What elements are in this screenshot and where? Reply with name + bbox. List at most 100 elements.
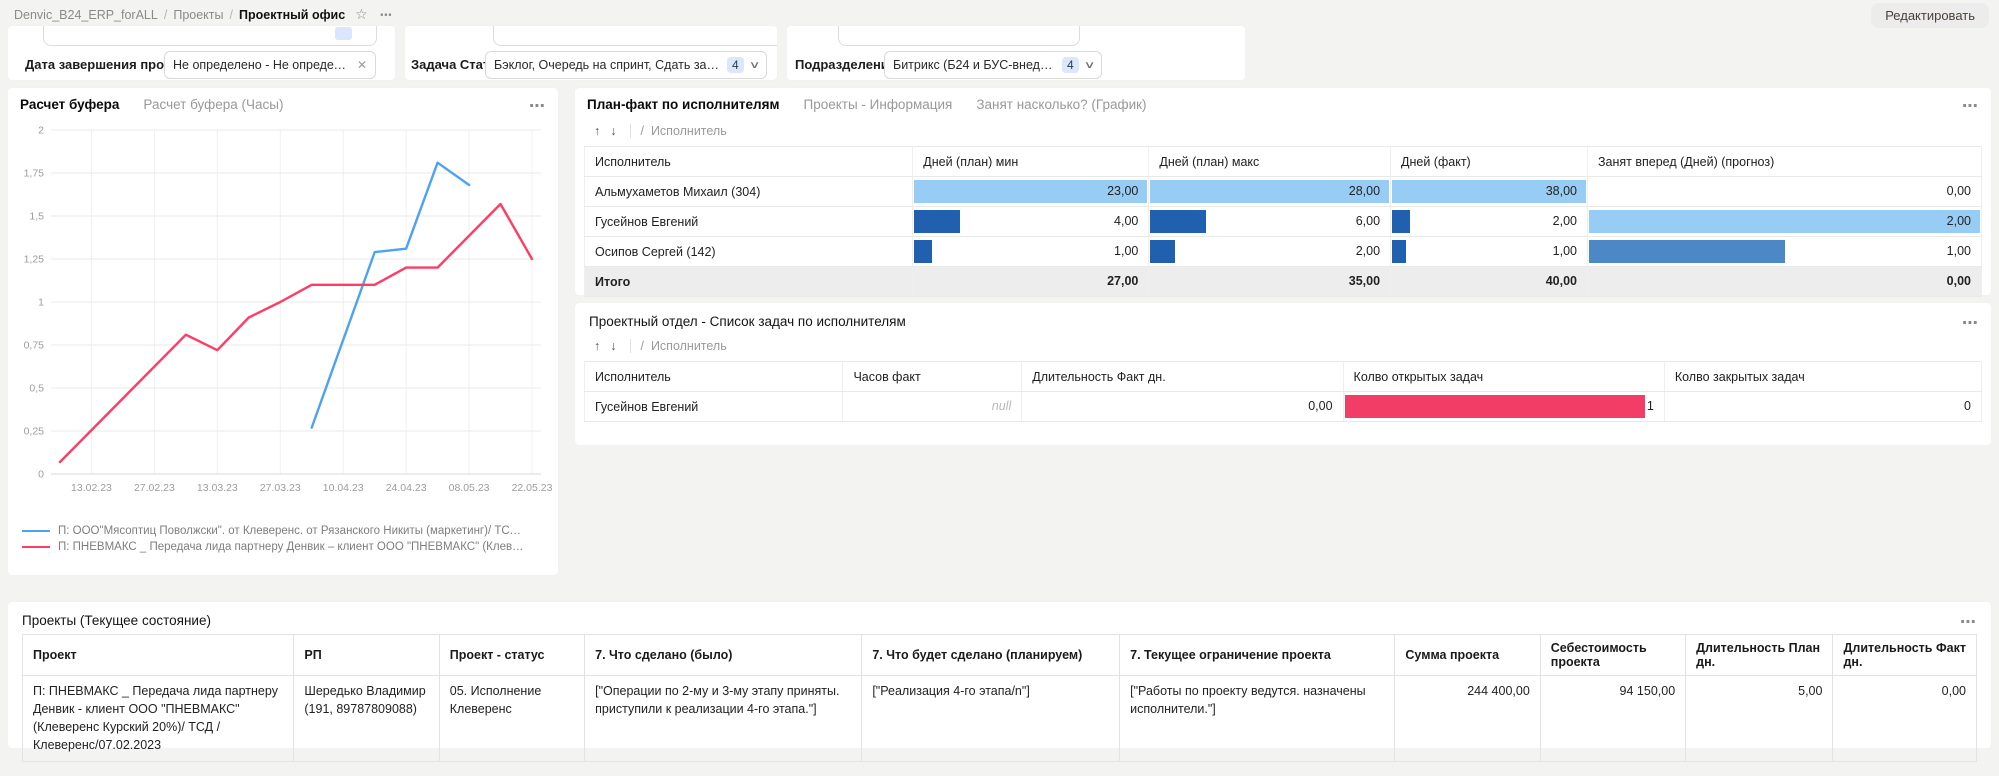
drill-path: / Исполнитель	[630, 124, 727, 138]
value-cell: 6,00	[1149, 207, 1391, 237]
column-header[interactable]: Занят вперед (Дней) (прогноз)	[1588, 147, 1982, 177]
value-cell: 38,00	[1391, 177, 1588, 207]
calendar-badge-icon	[335, 27, 352, 40]
sort-asc-button[interactable]: ↑	[589, 124, 605, 138]
edit-button[interactable]: Редактировать	[1871, 3, 1989, 28]
y-axis-tick-label: 2	[38, 125, 44, 137]
widget-title: Проектный отдел - Список задач по исполн…	[575, 303, 1991, 331]
project-cell: ["Реализация 4-го этапа/n"]	[862, 676, 1120, 762]
x-axis-tick-label: 27.02.23	[134, 482, 175, 494]
tab-plan-fact[interactable]: План-факт по исполнителям	[587, 97, 780, 112]
value-cell: 28,00	[1149, 177, 1391, 207]
column-header[interactable]: Колво открытых задач	[1343, 362, 1664, 392]
legend-item[interactable]: П: ПНЕВМАКС _ Передача лида партнеру Ден…	[22, 541, 548, 553]
value-cell: 0,00	[1022, 392, 1343, 422]
column-header[interactable]: Проект - статус	[439, 635, 584, 676]
value-cell: 0,00	[1588, 267, 1982, 297]
widget-menu-icon[interactable]: ⋯	[529, 96, 546, 116]
tab-projects-info[interactable]: Проекты - Информация	[804, 97, 953, 112]
tab-buffer-calc-hours[interactable]: Расчет буфера (Часы)	[143, 97, 283, 112]
column-header[interactable]: Исполнитель	[585, 147, 913, 177]
column-header[interactable]: 7. Что сделано (было)	[585, 635, 862, 676]
column-header[interactable]: 7. Что будет сделано (планируем)	[862, 635, 1120, 676]
x-axis-tick-label: 13.03.23	[197, 482, 238, 494]
project-cell: 5,00	[1686, 676, 1833, 762]
legend-item[interactable]: П: ООО"Мясоптиц Поволжски". от Клеверенс…	[22, 525, 548, 537]
column-header[interactable]: Проект	[23, 635, 294, 676]
sort-desc-button[interactable]: ↓	[605, 339, 621, 353]
chart-legend: П: ООО"Мясоптиц Поволжски". от Клеверенс…	[8, 521, 558, 553]
table-row: Осипов Сергей (142)1,002,001,001,00	[585, 237, 1982, 267]
tab-buffer-calc[interactable]: Расчет буфера	[20, 97, 119, 112]
column-header[interactable]: Исполнитель	[585, 362, 843, 392]
task-list-table: ИсполнительЧасов фактДлительность Факт д…	[575, 359, 1991, 422]
plan-fact-card: План-факт по исполнителям Проекты - Инфо…	[575, 88, 1991, 295]
x-axis-tick-label: 08.05.23	[449, 482, 490, 494]
column-header[interactable]: 7. Текущее ограничение проекта	[1120, 635, 1395, 676]
value-cell: 0,00	[1588, 177, 1982, 207]
cutoff-input[interactable]	[838, 26, 1080, 46]
y-axis-tick-label: 0,25	[24, 426, 45, 438]
x-axis-tick-label: 24.04.23	[386, 482, 427, 494]
x-axis-tick-label: 27.03.23	[260, 482, 301, 494]
selection-count-badge: 4	[1062, 57, 1079, 73]
filter-value: Не определено - Не определено	[173, 58, 349, 72]
column-header[interactable]: Сумма проекта	[1395, 635, 1540, 676]
widget-title: Проекты (Текущее состояние)	[8, 602, 1991, 630]
filter-card-department: Подразделение Битрикс (Б24 и БУС-внедр),…	[787, 26, 1245, 80]
project-cell: ["Работы по проекту ведутся. назначены и…	[1120, 676, 1395, 762]
breadcrumb-item-workbook[interactable]: Denvic_B24_ERP_forALL	[14, 8, 158, 22]
widget-menu-icon[interactable]: ⋯	[1962, 96, 1979, 116]
breadcrumb-separator: /	[164, 8, 167, 22]
column-header[interactable]: Дней (факт)	[1391, 147, 1588, 177]
value-cell: 2,00	[1588, 207, 1982, 237]
breadcrumb-more-icon[interactable]: ⋯	[380, 8, 394, 22]
legend-label: П: ПНЕВМАКС _ Передача лида партнеру Ден…	[58, 541, 528, 553]
buffer-chart: 00,250,50,7511,251,51,75213.02.2327.02.2…	[8, 116, 558, 521]
column-header[interactable]: Часов факт	[843, 362, 1022, 392]
column-header[interactable]: Длительность План дн.	[1686, 635, 1833, 676]
column-header[interactable]: Дней (план) макс	[1149, 147, 1391, 177]
y-axis-tick-label: 1	[38, 297, 44, 309]
series-swatch-icon	[22, 546, 50, 548]
date-filter-select[interactable]: Не определено - Не определено ✕	[164, 51, 376, 79]
column-header[interactable]: Дней (план) мин	[913, 147, 1149, 177]
clear-icon[interactable]: ✕	[357, 58, 367, 72]
sort-asc-button[interactable]: ↑	[589, 339, 605, 353]
filter-value: Битрикс (Б24 и БУС-внедр), П...	[893, 58, 1056, 72]
breadcrumb-separator: /	[230, 8, 233, 22]
column-header[interactable]: Длительность Факт дн.	[1022, 362, 1343, 392]
value-cell: 40,00	[1391, 267, 1588, 297]
series-line	[60, 204, 532, 462]
sort-desc-button[interactable]: ↓	[605, 124, 621, 138]
y-axis-tick-label: 1,25	[24, 254, 45, 266]
table-row: П: ПНЕВМАКС _ Передача лида партнеру Ден…	[23, 676, 1977, 762]
buffer-chart-card: Расчет буфера Расчет буфера (Часы) ⋯ 00,…	[8, 88, 558, 575]
x-axis-tick-label: 13.02.23	[71, 482, 112, 494]
widget-menu-icon[interactable]: ⋯	[1960, 612, 1977, 632]
column-header[interactable]: Себестоимость проекта	[1540, 635, 1685, 676]
value-cell: 4,00	[913, 207, 1149, 237]
projects-card: Проекты (Текущее состояние) ⋯ ПроектРППр…	[8, 602, 1991, 748]
column-header[interactable]: Длительность Факт дн.	[1833, 635, 1977, 676]
breadcrumb-item-projects[interactable]: Проекты	[173, 8, 223, 22]
table-row: Гусейнов Евгений4,006,002,002,00	[585, 207, 1982, 237]
favorite-star-icon[interactable]: ☆	[355, 6, 368, 22]
task-status-filter-select[interactable]: Бэклог, Очередь на спринт, Сдать заказчи…	[485, 51, 767, 79]
chevron-down-icon: ∨	[1083, 60, 1095, 71]
filter-value: Бэклог, Очередь на спринт, Сдать заказчи…	[494, 58, 721, 72]
value-cell: null	[843, 392, 1022, 422]
cutoff-input[interactable]	[493, 26, 777, 46]
cutoff-input[interactable]	[43, 26, 377, 46]
widget-menu-icon[interactable]: ⋯	[1962, 313, 1979, 333]
column-header[interactable]: РП	[294, 635, 439, 676]
value-cell: 0	[1664, 392, 1981, 422]
breadcrumb: Denvic_B24_ERP_forALL/Проекты/Проектный …	[14, 6, 393, 23]
selection-count-badge: 4	[727, 57, 744, 73]
column-header[interactable]: Колво закрытых задач	[1664, 362, 1981, 392]
tab-busy-chart[interactable]: Занят насколько? (График)	[976, 97, 1146, 112]
projects-table: ПроектРППроект - статус7. Что сделано (б…	[8, 630, 1991, 762]
department-filter-select[interactable]: Битрикс (Б24 и БУС-внедр), П... 4 ∨	[884, 51, 1102, 79]
table-row: Альмухаметов Михаил (304)23,0028,0038,00…	[585, 177, 1982, 207]
drill-path: / Исполнитель	[630, 339, 727, 353]
